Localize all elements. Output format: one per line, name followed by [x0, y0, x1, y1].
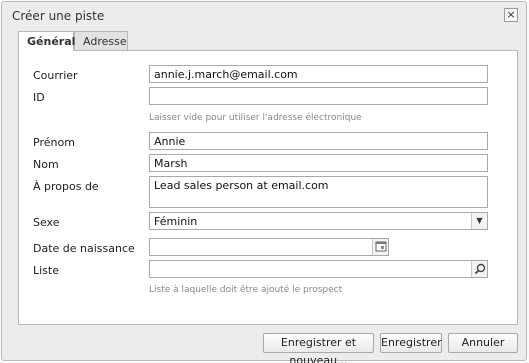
gender-value: Féminin — [154, 215, 198, 228]
first-name-label: Prénom — [33, 136, 75, 149]
save-and-new-button[interactable]: Enregistrer et nouveau... — [263, 333, 374, 363]
form-panel: Courrier annie.j.march@email.com ID Lais… — [18, 50, 518, 325]
email-label: Courrier — [33, 69, 78, 82]
create-lead-dialog: Créer une piste × Général Adresse Courri… — [1, 1, 527, 363]
birthdate-label: Date de naissance — [33, 242, 135, 255]
cancel-button[interactable]: Annuler — [448, 333, 518, 353]
tab-general[interactable]: Général — [18, 31, 75, 51]
last-name-field[interactable]: Marsh — [149, 154, 488, 172]
close-icon[interactable]: × — [504, 8, 518, 22]
search-icon[interactable] — [471, 261, 487, 277]
last-name-label: Nom — [33, 158, 59, 171]
about-field[interactable]: Lead sales person at email.com — [149, 176, 488, 208]
gender-select[interactable]: Féminin ▼ — [149, 212, 488, 230]
about-label: À propos de — [33, 180, 99, 193]
save-button[interactable]: Enregistrer — [380, 333, 442, 353]
chevron-down-icon[interactable]: ▼ — [471, 213, 487, 229]
email-field[interactable]: annie.j.march@email.com — [149, 65, 488, 83]
first-name-field[interactable]: Annie — [149, 132, 488, 150]
id-field[interactable] — [149, 87, 488, 105]
id-hint: Laisser vide pour utiliser l'adresse éle… — [149, 113, 362, 123]
list-hint: Liste à laquelle doit être ajouté le pro… — [149, 285, 343, 295]
birthdate-field[interactable] — [149, 238, 389, 256]
list-label: Liste — [33, 264, 59, 277]
dialog-titlebar[interactable]: Créer une piste × — [2, 2, 526, 29]
list-field[interactable] — [149, 260, 488, 278]
gender-label: Sexe — [33, 216, 60, 229]
calendar-icon[interactable] — [372, 239, 388, 255]
id-label: ID — [33, 91, 45, 104]
dialog-title: Créer une piste — [12, 9, 105, 23]
tab-address[interactable]: Adresse — [74, 31, 128, 50]
